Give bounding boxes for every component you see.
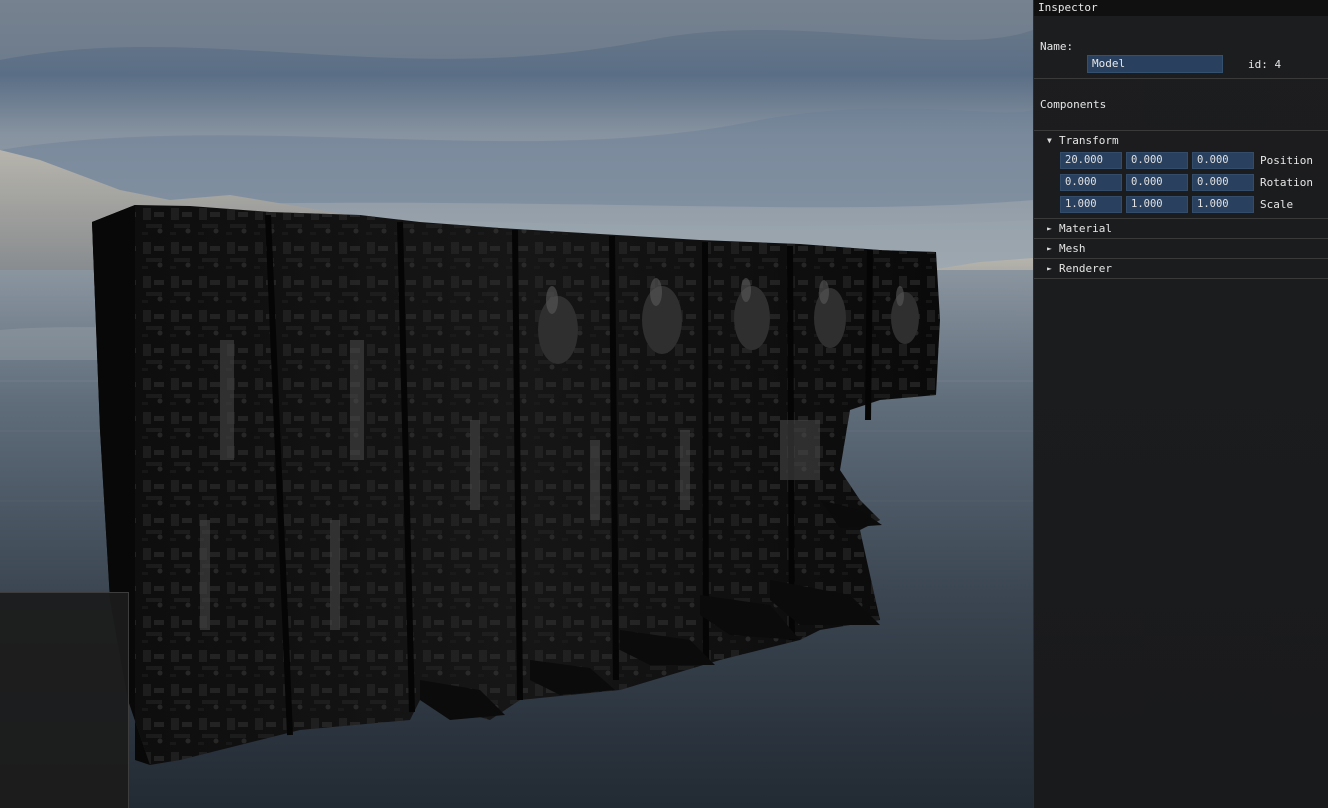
- rotation-z-field[interactable]: 0.000: [1192, 174, 1254, 191]
- position-z-field[interactable]: 0.000: [1192, 152, 1254, 169]
- position-x-field[interactable]: 20.000: [1060, 152, 1122, 169]
- transform-body: 20.000 0.000 0.000 Position 0.000 0.000 …: [1034, 150, 1328, 218]
- position-label: Position: [1260, 154, 1313, 167]
- rotation-label: Rotation: [1260, 176, 1313, 189]
- scene-render: [0, 0, 1033, 808]
- triangle-down-icon: ▼: [1047, 136, 1052, 145]
- inspector-titlebar[interactable]: Inspector: [1034, 0, 1328, 16]
- material-label: Material: [1059, 222, 1112, 235]
- renderer-section: ► Renderer: [1034, 259, 1328, 279]
- rotation-y-field[interactable]: 0.000: [1126, 174, 1188, 191]
- position-y-field[interactable]: 0.000: [1126, 152, 1188, 169]
- transform-section: ▼ Transform 20.000 0.000 0.000 Position …: [1034, 131, 1328, 219]
- rotation-x-field[interactable]: 0.000: [1060, 174, 1122, 191]
- inspector-panel: Inspector Name: Model id: 4 Components ▼…: [1033, 0, 1328, 808]
- mesh-label: Mesh: [1059, 242, 1086, 255]
- inspector-title: Inspector: [1038, 1, 1098, 14]
- components-header: Components: [1034, 79, 1328, 131]
- scale-x-field[interactable]: 1.000: [1060, 196, 1122, 213]
- transform-header[interactable]: ▼ Transform: [1034, 131, 1328, 150]
- name-input[interactable]: Model: [1087, 55, 1223, 73]
- material-header[interactable]: ► Material: [1034, 219, 1328, 238]
- scale-z-field[interactable]: 1.000: [1192, 196, 1254, 213]
- scale-row: 1.000 1.000 1.000 Scale: [1034, 194, 1328, 216]
- collapsed-panel[interactable]: [0, 592, 129, 808]
- scene-viewport[interactable]: [0, 0, 1033, 808]
- renderer-header[interactable]: ► Renderer: [1034, 259, 1328, 278]
- triangle-right-icon: ►: [1047, 244, 1052, 253]
- renderer-label: Renderer: [1059, 262, 1112, 275]
- mesh-header[interactable]: ► Mesh: [1034, 239, 1328, 258]
- scale-y-field[interactable]: 1.000: [1126, 196, 1188, 213]
- entity-id: id: 4: [1248, 58, 1282, 71]
- triangle-right-icon: ►: [1047, 224, 1052, 233]
- triangle-right-icon: ►: [1047, 264, 1052, 273]
- scale-label: Scale: [1260, 198, 1294, 211]
- components-label: Components: [1040, 98, 1107, 111]
- material-section: ► Material: [1034, 219, 1328, 239]
- mesh-section: ► Mesh: [1034, 239, 1328, 259]
- transform-label: Transform: [1059, 134, 1119, 147]
- name-label: Name:: [1040, 40, 1074, 53]
- position-row: 20.000 0.000 0.000 Position: [1034, 150, 1328, 172]
- name-row: Name: Model id: 4: [1034, 16, 1328, 79]
- rotation-row: 0.000 0.000 0.000 Rotation: [1034, 172, 1328, 194]
